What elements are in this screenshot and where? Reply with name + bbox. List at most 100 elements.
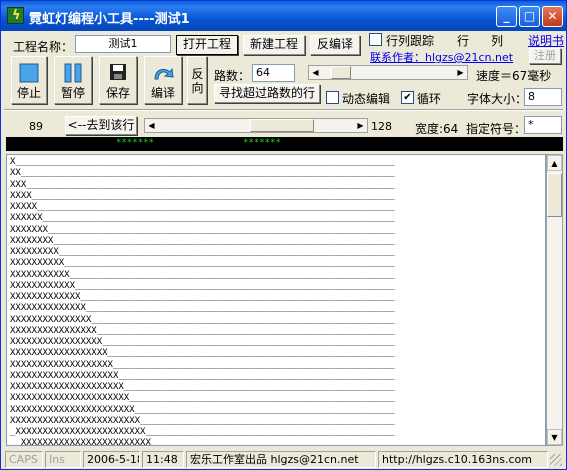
minimize-button[interactable]: _ xyxy=(496,6,517,27)
status-time: 11:48 xyxy=(142,451,184,468)
pattern-line[interactable]: __XXXXXXXXXXXXXXXXXXXXXXXX______________… xyxy=(10,438,542,445)
col-label: 列 xyxy=(491,34,504,48)
scroll-right-arrow-icon[interactable]: ▶ xyxy=(454,66,467,79)
speed-label: 速度＝67毫秒 xyxy=(476,69,552,83)
max-row-value: 128 xyxy=(371,120,392,133)
register-button[interactable]: 注册 xyxy=(529,48,561,64)
stop-icon xyxy=(19,63,39,83)
led-indicator-left: ******* xyxy=(116,138,154,148)
row-scrollbar-thumb[interactable] xyxy=(250,119,314,132)
pattern-line[interactable]: XXXXXXXXXXXXXXX_________________________… xyxy=(10,315,542,326)
row-label: 行 xyxy=(457,34,470,48)
save-button[interactable]: 保存 xyxy=(99,56,137,104)
font-size-input[interactable]: 8 xyxy=(524,88,562,106)
goto-row-button[interactable]: <--去到该行 xyxy=(65,116,137,135)
scroll-down-arrow-icon[interactable]: ▼ xyxy=(547,429,562,445)
title-bar[interactable]: ϟ 霓虹灯编程小工具----测试1 _ □ ✕ xyxy=(1,1,566,31)
pattern-line[interactable]: _XXXXXXXXXXXXXXXXXXXXXXXX_______________… xyxy=(10,427,542,438)
pattern-line[interactable]: XXXXXXXXXXXXXXXXXXXXX___________________… xyxy=(10,382,542,393)
status-url: http://hlgzs.c10.163ns.com xyxy=(378,451,548,468)
pattern-line[interactable]: XXXXXXXXXXXX____________________________… xyxy=(10,281,542,292)
symbol-input[interactable]: * xyxy=(524,116,562,134)
save-label: 保存 xyxy=(105,86,130,100)
compile-label: 编译 xyxy=(150,86,175,100)
pattern-line[interactable]: XXXXXXXXXXX_____________________________… xyxy=(10,270,542,281)
new-project-button[interactable]: 新建工程 xyxy=(243,35,305,55)
pattern-line[interactable]: XXXXXXXXXXXXXXXXXXXXXX__________________… xyxy=(10,393,542,404)
pattern-line[interactable]: XXXXXXXXXXXXXXXXXXXXXXXX________________… xyxy=(10,416,542,427)
stop-button[interactable]: 停止 xyxy=(11,56,47,104)
stop-label: 停止 xyxy=(16,86,41,100)
scroll-right-arrow-icon[interactable]: ▶ xyxy=(354,119,367,132)
pattern-line[interactable]: XXXX____________________________________… xyxy=(10,191,542,202)
speed-slider-thumb[interactable] xyxy=(331,66,351,79)
channels-input[interactable]: 64 xyxy=(252,64,295,82)
scroll-left-arrow-icon[interactable]: ◀ xyxy=(309,66,322,79)
pattern-line[interactable]: XXXXXXXXXXXXXXXX________________________… xyxy=(10,326,542,337)
open-project-button[interactable]: 打开工程 xyxy=(176,35,238,55)
close-button[interactable]: ✕ xyxy=(542,6,563,27)
find-overflow-rows-button[interactable]: 寻找超过路数的行 xyxy=(214,84,320,103)
pattern-line[interactable]: XXXXXXXXXXXXX___________________________… xyxy=(10,292,542,303)
font-size-label: 字体大小： xyxy=(467,92,528,106)
pattern-line[interactable]: XXXXXXXXXXXXXXXXX_______________________… xyxy=(10,337,542,348)
pattern-line[interactable]: XXXXXXXXXXXXXX__________________________… xyxy=(10,303,542,314)
divider xyxy=(4,109,563,111)
scroll-left-arrow-icon[interactable]: ◀ xyxy=(145,119,158,132)
current-row-number: 89 xyxy=(29,120,43,133)
pause-icon xyxy=(64,63,82,83)
project-name-label: 工程名称： xyxy=(13,40,74,54)
pattern-line[interactable]: XXXXXXXXX_______________________________… xyxy=(10,247,542,258)
vertical-scroll-thumb[interactable] xyxy=(547,173,562,217)
track-checkbox[interactable] xyxy=(369,33,382,46)
pattern-line[interactable]: X_______________________________________… xyxy=(10,157,542,168)
pattern-editor[interactable]: X_______________________________________… xyxy=(6,154,546,446)
channels-label: 路数： xyxy=(214,69,251,83)
pattern-line[interactable]: XXXXXXXXXXXXXXXXXX______________________… xyxy=(10,348,542,359)
app-window: ϟ 霓虹灯编程小工具----测试1 _ □ ✕ 工程名称： 测试1 打开工程 新… xyxy=(0,0,567,470)
pattern-line[interactable]: XXXXXXXXXXXXXXXXXXX_____________________… xyxy=(10,360,542,371)
window-title: 霓虹灯编程小工具----测试1 xyxy=(29,12,190,27)
status-credit: 宏乐工作室出品 hlgzs@21cn.net xyxy=(186,451,376,468)
floppy-disk-icon xyxy=(110,64,126,80)
reverse-label: 反向 xyxy=(191,67,204,95)
insert-indicator: Ins xyxy=(45,451,81,468)
resize-grip-icon[interactable] xyxy=(550,454,562,466)
reverse-button[interactable]: 反向 xyxy=(187,56,207,104)
pattern-line[interactable]: XXXXXXXXXXXXXXXXXXXXXXX_________________… xyxy=(10,405,542,416)
loop-checkbox[interactable]: ✔ xyxy=(401,91,414,104)
pattern-line[interactable]: XXXXXX__________________________________… xyxy=(10,213,542,224)
refresh-arrow-icon xyxy=(154,67,174,80)
manual-link[interactable]: 说明书 xyxy=(528,32,564,49)
maximize-button[interactable]: □ xyxy=(519,6,540,27)
contact-author-link[interactable]: 联系作者：hlgzs@21cn.net xyxy=(370,49,513,65)
compile-button[interactable]: 编译 xyxy=(144,56,182,104)
dynamic-edit-label: 动态编辑 xyxy=(342,92,391,106)
led-indicator-bar: ******* ******* xyxy=(6,137,563,151)
track-label: 行列跟踪 xyxy=(386,34,435,48)
speed-slider[interactable]: ◀ ▶ xyxy=(308,65,468,80)
pause-label: 暂停 xyxy=(60,86,85,100)
status-date: 2006-5-18 xyxy=(83,451,140,468)
row-scrollbar[interactable]: ◀ ▶ xyxy=(144,118,368,133)
scroll-up-arrow-icon[interactable]: ▲ xyxy=(547,155,562,171)
caps-indicator: CAPS xyxy=(5,451,43,468)
loop-label: 循环 xyxy=(417,92,442,106)
status-bar: CAPS Ins 2006-5-18 11:48 宏乐工作室出品 hlgzs@2… xyxy=(1,450,566,469)
dynamic-edit-checkbox[interactable] xyxy=(326,91,339,104)
pattern-line[interactable]: XXXXXXXX________________________________… xyxy=(10,236,542,247)
pattern-line[interactable]: XXXXX___________________________________… xyxy=(10,202,542,213)
project-name-input[interactable]: 测试1 xyxy=(75,35,171,53)
led-indicator-right: ******* xyxy=(243,138,281,148)
app-lightning-icon: ϟ xyxy=(7,7,24,24)
pattern-vertical-scrollbar[interactable]: ▲ ▼ xyxy=(546,154,563,446)
pattern-line[interactable]: XXXXXXX_________________________________… xyxy=(10,225,542,236)
decompile-button[interactable]: 反编译 xyxy=(310,35,360,55)
pattern-line[interactable]: XX______________________________________… xyxy=(10,168,542,179)
pattern-line[interactable]: XXXXXXXXXXXXXXXXXXXX____________________… xyxy=(10,371,542,382)
pattern-line[interactable]: XXX_____________________________________… xyxy=(10,180,542,191)
symbol-label: 指定符号： xyxy=(466,122,527,136)
pause-button[interactable]: 暂停 xyxy=(54,56,92,104)
width-label: 宽度:64 xyxy=(415,122,459,136)
pattern-line[interactable]: XXXXXXXXXX______________________________… xyxy=(10,258,542,269)
